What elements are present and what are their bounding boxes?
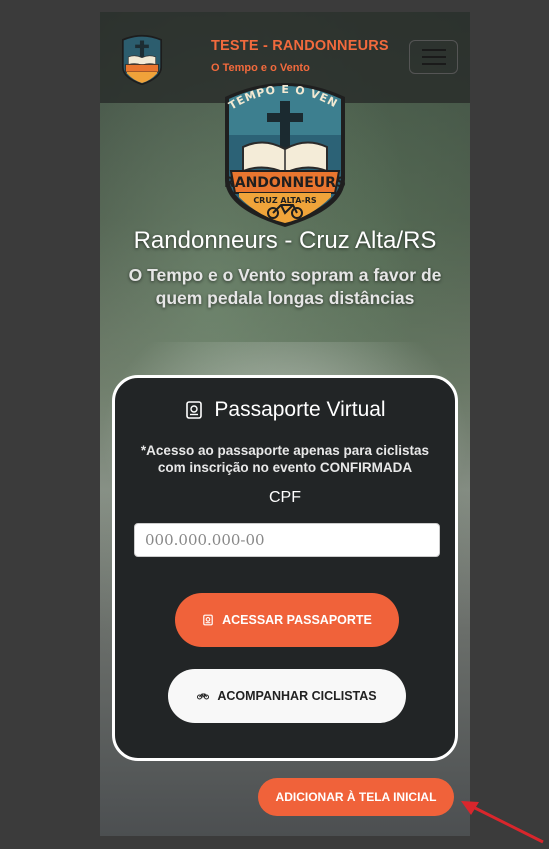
track-cyclists-button[interactable]: ACOMPANHAR CICLISTAS bbox=[168, 669, 406, 723]
cpf-input[interactable] bbox=[134, 523, 440, 557]
hero-tagline: O Tempo e o Vento sopram a favor de quem… bbox=[128, 265, 442, 308]
brand-logo-large: O TEMPO E O VENTO RANDONNEURS CRUZ ALTA-… bbox=[219, 75, 346, 227]
mobile-viewport: TESTE - RANDONNEURS O Tempo e o Vento O … bbox=[100, 12, 470, 836]
hero-title: Randonneurs - Cruz Alta/RS bbox=[133, 227, 437, 254]
hamburger-icon-line bbox=[421, 63, 446, 65]
logo-sub-text: CRUZ ALTA-RS bbox=[253, 196, 317, 205]
hamburger-icon bbox=[421, 49, 446, 51]
passport-icon bbox=[203, 614, 213, 626]
add-to-home-screen-button[interactable]: ADICIONAR À TELA INICIAL bbox=[258, 778, 454, 816]
brand-logo-small[interactable] bbox=[118, 33, 166, 85]
access-passport-button[interactable]: ACESSAR PASSAPORTE bbox=[175, 593, 399, 647]
navbar-title[interactable]: TESTE - RANDONNEURS bbox=[211, 38, 389, 54]
hamburger-icon-line bbox=[421, 56, 446, 58]
passport-icon bbox=[186, 401, 203, 419]
logo-banner-text: RANDONNEURS bbox=[224, 175, 346, 191]
annotation-arrow-icon bbox=[461, 801, 544, 844]
passport-card-title-text: Passaporte Virtual bbox=[214, 398, 386, 421]
passport-card: Passaporte Virtual *Acesso ao passaporte… bbox=[112, 375, 458, 761]
navbar-subtitle: O Tempo e o Vento bbox=[211, 62, 310, 74]
access-passport-label: ACESSAR PASSAPORTE bbox=[222, 613, 372, 627]
bicycle-icon bbox=[197, 693, 210, 700]
access-notice: *Acesso ao passaporte apenas para ciclis… bbox=[140, 443, 430, 475]
menu-toggle-button[interactable] bbox=[409, 40, 458, 74]
cpf-label: CPF bbox=[269, 489, 301, 506]
passport-card-title: Passaporte Virtual bbox=[115, 398, 455, 422]
track-cyclists-label: ACOMPANHAR CICLISTAS bbox=[217, 689, 377, 703]
